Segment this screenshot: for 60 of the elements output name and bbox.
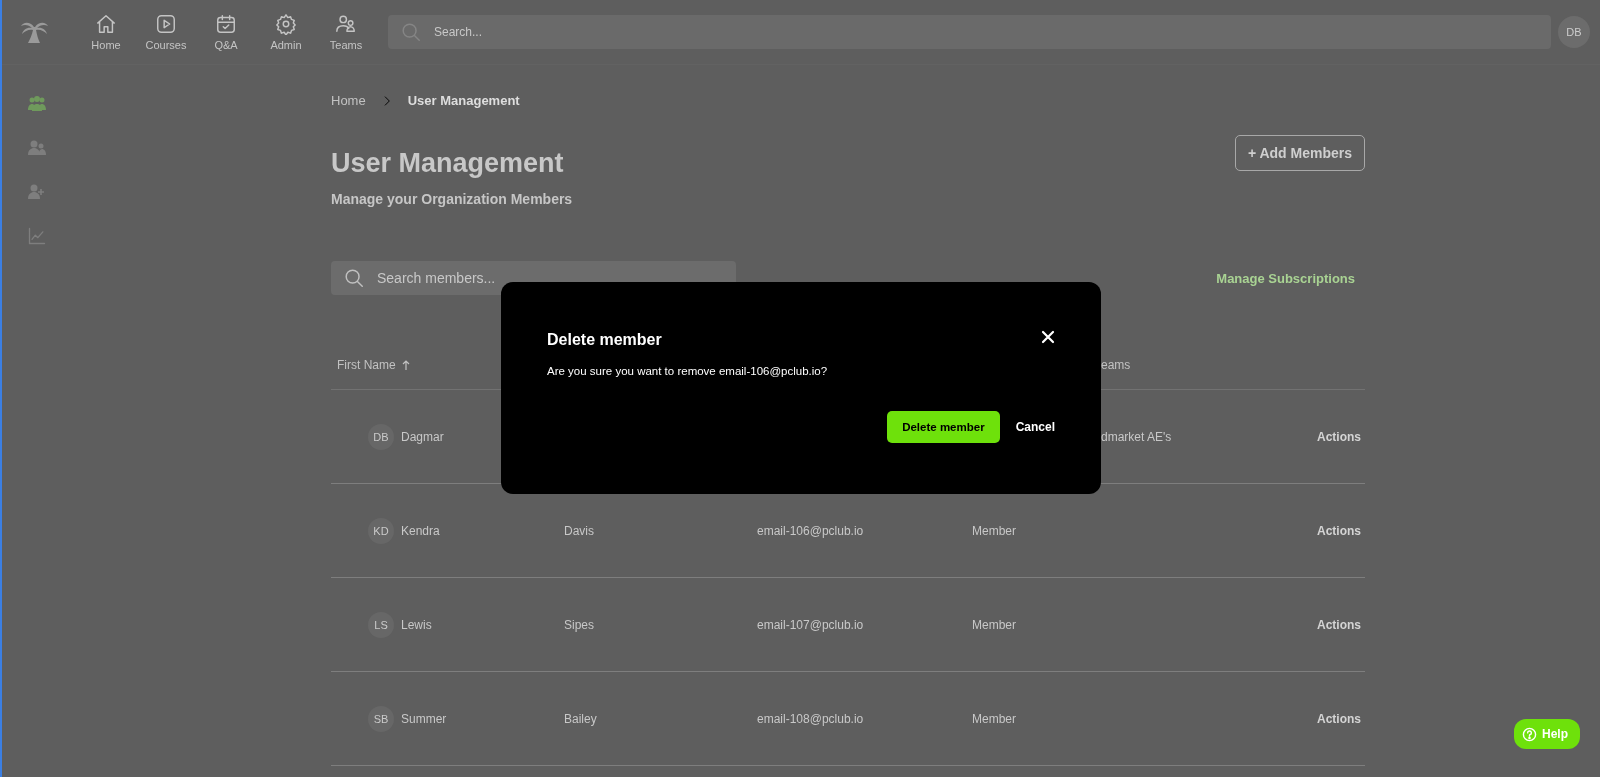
dialog-message: Are you sure you want to remove email-106@pclub.io?: [547, 365, 829, 377]
breadcrumb-current: User Management: [407, 93, 520, 108]
email: email-106@pclub.io: [757, 523, 864, 538]
actions-menu[interactable]: Actions: [1317, 523, 1361, 538]
nav-item[interactable]: Teams: [316, 13, 376, 51]
search-icon: [400, 21, 422, 43]
first-name: Summer: [401, 711, 447, 726]
first-name: Lewis: [401, 617, 432, 632]
page-subtitle: Manage your Organization Members: [331, 191, 573, 207]
user-add-icon: [28, 184, 46, 200]
users-icon: [28, 140, 46, 156]
last-name: Davis: [564, 523, 594, 538]
last-name: Sipes: [564, 617, 595, 632]
settings-icon: [275, 13, 297, 35]
delete-member-button[interactable]: Delete member: [887, 411, 1000, 443]
close-button[interactable]: [1041, 330, 1055, 344]
nav-item[interactable]: Q&A: [196, 13, 256, 51]
people-icon: [335, 13, 357, 35]
nav-item[interactable]: Courses: [136, 13, 196, 51]
chart-icon: [27, 226, 47, 246]
initials-avatar: KD: [368, 517, 394, 544]
column-header[interactable]: First Name: [337, 358, 410, 372]
email: email-108@pclub.io: [757, 711, 864, 726]
dialog-title: Delete member: [547, 331, 662, 349]
sidebar-item[interactable]: [26, 94, 48, 114]
actions-menu[interactable]: Actions: [1317, 429, 1361, 444]
role: Member: [972, 523, 1016, 538]
team-name: dmarket AE's: [1101, 429, 1172, 444]
play-icon: [155, 13, 177, 35]
manage-subscriptions-link[interactable]: Manage Subscriptions: [1216, 270, 1355, 286]
nav-item[interactable]: Admin: [256, 13, 316, 51]
group-icon: [28, 96, 46, 112]
home-icon: [95, 13, 117, 35]
cancel-button[interactable]: Cancel: [1015, 414, 1055, 440]
calendar-check-icon: [215, 13, 237, 35]
actions-menu[interactable]: Actions: [1317, 711, 1361, 726]
first-name: Kendra: [401, 523, 440, 538]
actions-menu[interactable]: Actions: [1317, 617, 1361, 632]
search-icon: [343, 267, 365, 289]
sidebar-item[interactable]: [26, 226, 48, 246]
email: email-107@pclub.io: [757, 617, 864, 632]
role: Member: [972, 617, 1016, 632]
initials-avatar: LS: [368, 611, 394, 638]
initials-avatar: DB: [368, 423, 394, 450]
nav-item[interactable]: Home: [76, 13, 136, 51]
member-search-input[interactable]: Search members...: [375, 269, 724, 287]
column-header[interactable]: eams: [1101, 358, 1131, 372]
search-input[interactable]: Search...: [432, 24, 1539, 40]
first-name: Dagmar: [401, 429, 444, 444]
help-icon: [1522, 726, 1537, 742]
last-name: Bailey: [564, 711, 597, 726]
add-members-button[interactable]: + Add Members: [1234, 135, 1365, 171]
breadcrumb-link[interactable]: Home: [331, 93, 366, 108]
page-title: User Management: [331, 148, 565, 179]
sidebar-item[interactable]: [26, 138, 48, 158]
sort-arrow-icon: [401, 360, 410, 370]
user-avatar[interactable]: DB: [1558, 16, 1590, 48]
search-field[interactable]: Search...: [388, 15, 1551, 49]
initials-avatar: SB: [368, 705, 394, 732]
role: Member: [972, 711, 1016, 726]
